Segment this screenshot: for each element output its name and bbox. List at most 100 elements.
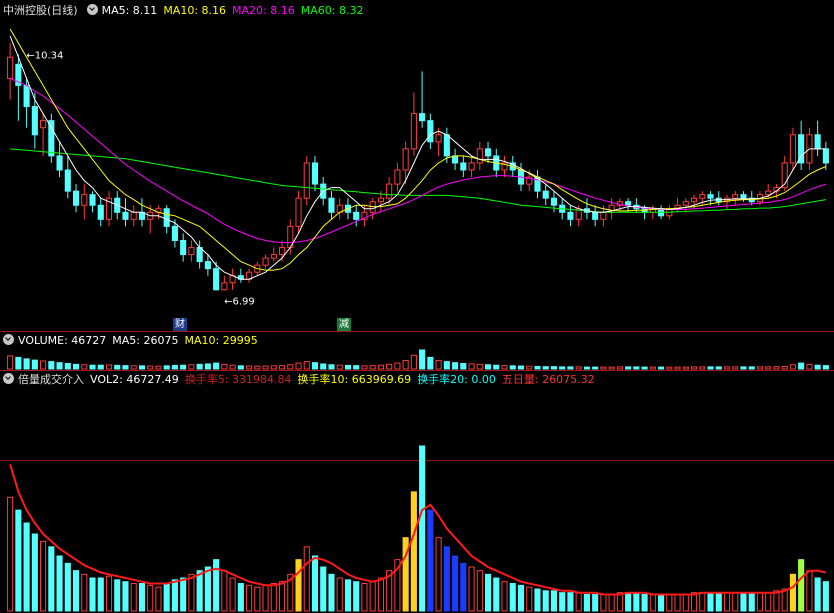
candle[interactable] [89, 194, 96, 206]
vol2-bar [229, 577, 236, 612]
candle[interactable] [567, 211, 574, 220]
candle[interactable] [410, 113, 417, 150]
vol2-bar [23, 522, 30, 612]
candle[interactable] [295, 197, 302, 227]
vol2-bar [105, 575, 113, 612]
candle[interactable] [707, 194, 714, 199]
candle[interactable] [550, 197, 558, 206]
candle[interactable] [402, 148, 409, 171]
volume-bar [699, 366, 706, 370]
candle[interactable] [72, 190, 80, 206]
ma10-line [9, 28, 827, 271]
candle[interactable] [822, 148, 829, 164]
candle[interactable] [353, 211, 360, 220]
candle[interactable] [435, 134, 442, 143]
candle[interactable] [427, 120, 434, 143]
vol2-bar [468, 566, 475, 612]
candle[interactable] [789, 134, 796, 164]
vol2-bar [56, 555, 63, 612]
vol2-bar [509, 583, 516, 612]
candle[interactable] [303, 162, 310, 199]
candle[interactable] [765, 190, 772, 196]
candle[interactable] [311, 162, 319, 185]
vol2-bar [237, 583, 244, 612]
candle[interactable] [221, 282, 228, 291]
volume-bar [674, 366, 681, 370]
vol2-bar [765, 592, 772, 612]
vol2-bar [188, 573, 195, 612]
vol2-bar [641, 594, 648, 612]
finance-badge[interactable]: 财 [173, 318, 187, 331]
candle[interactable] [377, 197, 384, 203]
vol2-bar [625, 592, 632, 612]
volume-bar [147, 365, 154, 370]
vol2-bar [48, 546, 55, 612]
candle[interactable] [699, 194, 706, 199]
candle[interactable] [213, 268, 220, 291]
volume-bar [23, 358, 30, 370]
indicator-chart[interactable] [0, 371, 834, 613]
wrl-line [9, 464, 827, 596]
vol2-bar [7, 496, 14, 612]
vol2-bar [773, 590, 780, 612]
price-panel: 中洲控股(日线) MA5: 8.11 MA10: 8.16 MA20: 8.16 MA6… [0, 0, 834, 331]
volume-bar [427, 356, 434, 370]
candle[interactable] [625, 201, 632, 206]
high-price-marker: ←10.34 [26, 50, 63, 61]
vol2-bar [542, 590, 549, 612]
candle[interactable] [690, 197, 698, 203]
candle[interactable] [460, 162, 467, 171]
candle[interactable] [732, 194, 739, 199]
reduce-badge[interactable]: 减 [337, 318, 351, 331]
candle[interactable] [468, 162, 475, 171]
candle[interactable] [740, 194, 747, 199]
candle[interactable] [7, 56, 14, 79]
candle[interactable] [163, 208, 170, 227]
candle[interactable] [682, 201, 689, 206]
candle[interactable] [542, 190, 549, 199]
candle[interactable] [31, 106, 38, 136]
candle[interactable] [48, 120, 55, 157]
candle[interactable] [64, 169, 71, 192]
candle[interactable] [81, 194, 88, 206]
candle[interactable] [180, 239, 187, 256]
candle[interactable] [23, 84, 30, 108]
volume-bar [567, 366, 574, 370]
candle[interactable] [484, 148, 492, 157]
candle[interactable] [419, 113, 426, 122]
candle[interactable] [262, 257, 269, 266]
candle[interactable] [600, 211, 607, 220]
vol2-bar [798, 559, 805, 612]
candle[interactable] [476, 148, 483, 164]
candle[interactable] [328, 197, 335, 213]
candle[interactable] [386, 183, 393, 199]
candle[interactable] [592, 211, 599, 220]
candle[interactable] [122, 211, 129, 220]
vol2-bar [311, 555, 319, 612]
vol2-bar [707, 592, 714, 612]
candle[interactable] [278, 247, 286, 256]
vol2-bar [517, 584, 525, 612]
candle[interactable] [130, 211, 137, 220]
candle[interactable] [270, 254, 277, 259]
candle[interactable] [452, 155, 459, 164]
candle[interactable] [443, 134, 450, 157]
candle[interactable] [171, 225, 178, 241]
candle[interactable] [188, 247, 195, 256]
volume-bar [138, 365, 146, 370]
candle[interactable] [814, 134, 821, 150]
candle[interactable] [204, 261, 211, 270]
candle[interactable] [97, 204, 104, 220]
candle[interactable] [40, 120, 47, 129]
volume-bar [377, 364, 384, 370]
volume-bar [56, 362, 63, 370]
volume-bar [723, 366, 731, 370]
volume-chart[interactable] [0, 332, 834, 370]
volume-bar [287, 364, 294, 370]
vol2-bar [122, 581, 129, 612]
vol2-bar [666, 594, 673, 612]
volume-bar [105, 364, 113, 370]
candlestick-chart[interactable]: ←10.34 ←6.99 [0, 0, 834, 331]
candle[interactable] [394, 169, 401, 185]
candle[interactable] [56, 155, 63, 171]
